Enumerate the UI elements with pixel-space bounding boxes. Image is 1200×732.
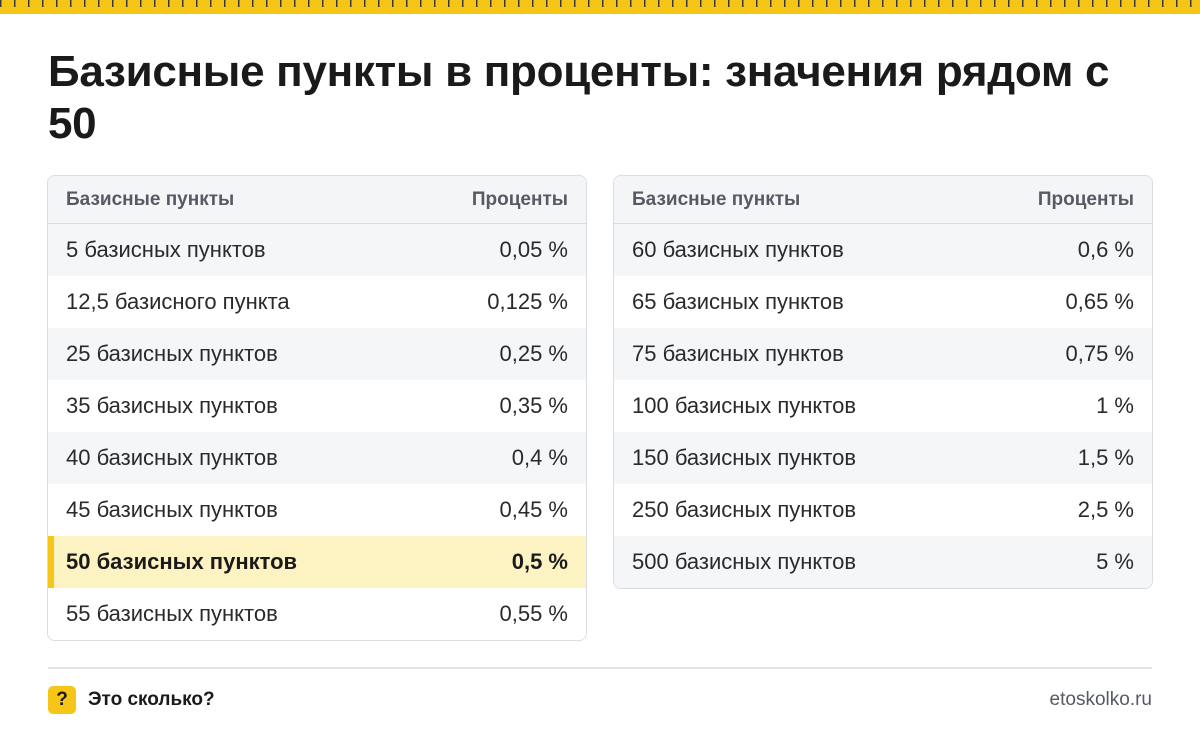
- cell-points: 50 базисных пунктов: [66, 549, 298, 574]
- table-row: 100 базисных пунктов 1 %: [614, 380, 1152, 432]
- cell-percent: 0,55 %: [499, 601, 569, 626]
- cell-percent: 1 %: [1096, 393, 1134, 418]
- cell-points: 35 базисных пунктов: [66, 393, 278, 418]
- cell-percent: 0,75 %: [1065, 341, 1135, 366]
- table-row: 75 базисных пунктов 0,75 %: [614, 328, 1152, 380]
- cell-percent: 0,6 %: [1077, 237, 1134, 262]
- cell-percent: 1,5 %: [1077, 445, 1134, 470]
- table-row: 12,5 базисного пункта 0,125 %: [48, 276, 586, 328]
- table-row: 35 базисных пунктов 0,35 %: [48, 380, 586, 432]
- cell-percent: 0,65 %: [1065, 289, 1135, 314]
- cell-points: 500 базисных пунктов: [632, 549, 857, 574]
- cell-points: 65 базисных пунктов: [632, 289, 844, 314]
- table-row: 45 базисных пунктов 0,45 %: [48, 484, 586, 536]
- table-row-highlighted: 50 базисных пунктов 0,5 %: [48, 536, 586, 588]
- table-row: 5 базисных пунктов 0,05 %: [48, 224, 586, 276]
- column-header-percent: Проценты: [1037, 188, 1134, 210]
- cell-percent: 0,45 %: [499, 497, 569, 522]
- question-mark-icon: ?: [48, 686, 76, 714]
- left-table: Базисные пункты Проценты 5 базисных пунк…: [47, 175, 587, 641]
- cell-percent: 0,35 %: [499, 393, 569, 418]
- table-header: Базисные пункты Проценты: [48, 176, 586, 224]
- cell-percent: 0,25 %: [499, 341, 569, 366]
- cell-points: 250 базисных пунктов: [632, 497, 857, 522]
- site-url: etoskolko.ru: [1049, 689, 1152, 710]
- cell-percent: 5 %: [1096, 549, 1134, 574]
- cell-percent: 0,5 %: [511, 549, 568, 574]
- cell-percent: 0,05 %: [499, 237, 569, 262]
- cell-points: 5 базисных пунктов: [66, 237, 266, 262]
- cell-points: 25 базисных пунктов: [66, 341, 278, 366]
- table-row: 250 базисных пунктов 2,5 %: [614, 484, 1152, 536]
- table-row: 500 базисных пунктов 5 %: [614, 536, 1152, 588]
- cell-points: 12,5 базисного пункта: [66, 289, 290, 314]
- table-row: 65 базисных пунктов 0,65 %: [614, 276, 1152, 328]
- table-row: 55 базисных пунктов 0,55 %: [48, 588, 586, 640]
- ruler-strip: [0, 0, 1200, 14]
- cell-percent: 0,4 %: [511, 445, 568, 470]
- cell-points: 150 базисных пунктов: [632, 445, 857, 470]
- right-table: Базисные пункты Проценты 60 базисных пун…: [613, 175, 1153, 589]
- column-header-percent: Проценты: [471, 188, 568, 210]
- page-title: Базисные пункты в проценты: значения ряд…: [48, 47, 1110, 148]
- cell-points: 55 базисных пунктов: [66, 601, 278, 626]
- brand-name: Это сколько?: [88, 689, 215, 710]
- table-row: 60 базисных пунктов 0,6 %: [614, 224, 1152, 276]
- cell-percent: 0,125 %: [487, 289, 568, 314]
- cell-points: 100 базисных пунктов: [632, 393, 857, 418]
- cell-percent: 2,5 %: [1077, 497, 1134, 522]
- table-row: 150 базисных пунктов 1,5 %: [614, 432, 1152, 484]
- table-row: 40 базисных пунктов 0,4 %: [48, 432, 586, 484]
- cell-points: 75 базисных пунктов: [632, 341, 844, 366]
- footer-divider: [48, 667, 1152, 669]
- cell-points: 45 базисных пунктов: [66, 497, 278, 522]
- cell-points: 40 базисных пунктов: [66, 445, 278, 470]
- column-header-points: Базисные пункты: [66, 188, 235, 210]
- column-header-points: Базисные пункты: [632, 188, 801, 210]
- table-header: Базисные пункты Проценты: [614, 176, 1152, 224]
- table-row: 25 базисных пунктов 0,25 %: [48, 328, 586, 380]
- cell-points: 60 базисных пунктов: [632, 237, 844, 262]
